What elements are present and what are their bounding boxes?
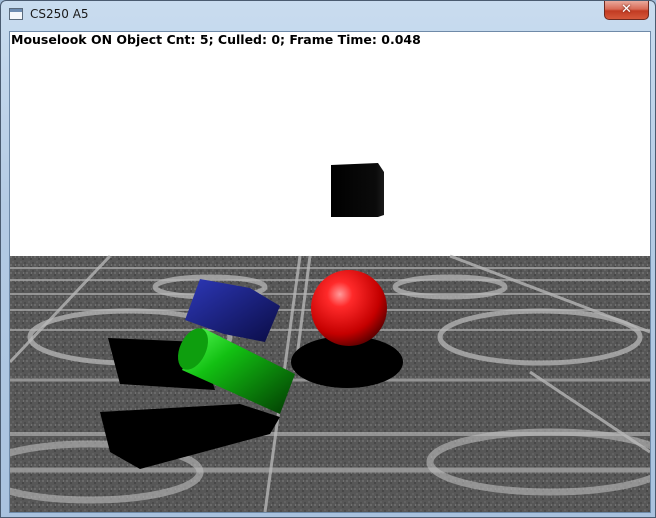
close-button[interactable]: ✕	[604, 1, 649, 20]
sky	[10, 32, 650, 256]
red-sphere[interactable]	[311, 270, 387, 346]
app-window-icon	[9, 8, 23, 20]
black-cube[interactable]	[331, 163, 384, 217]
window-title: CS250 A5	[30, 7, 89, 21]
title-bar[interactable]: CS250 A5 ✕	[1, 1, 655, 31]
hud-status-text: Mouselook ON Object Cnt: 5; Culled: 0; F…	[11, 32, 421, 47]
app-window: CS250 A5 ✕ Mouselook ON Object Cnt: 5; C…	[0, 0, 656, 518]
close-icon: ✕	[621, 2, 632, 17]
scene-canvas[interactable]	[10, 32, 650, 512]
render-viewport[interactable]: Mouselook ON Object Cnt: 5; Culled: 0; F…	[9, 31, 651, 513]
